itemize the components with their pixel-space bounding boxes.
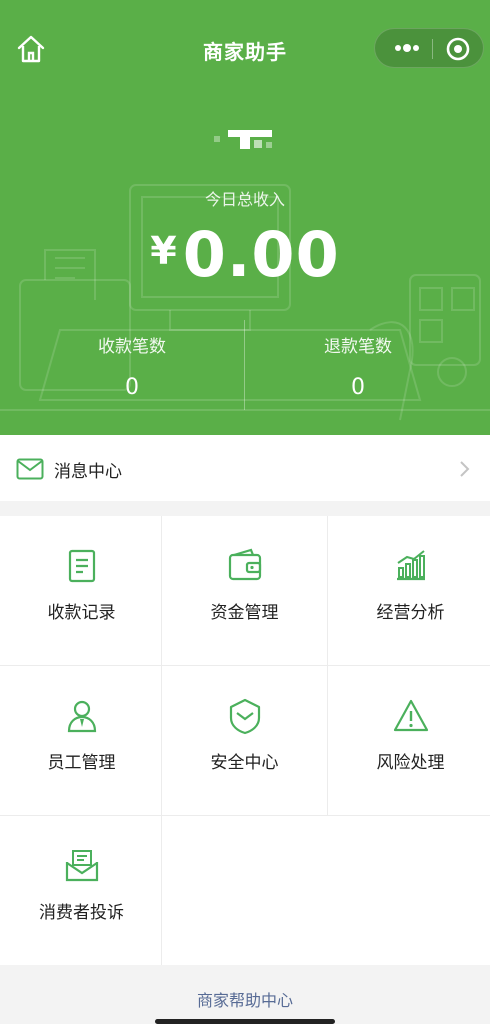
menu-item-payment-records[interactable]: 收款记录 (0, 516, 163, 666)
complaint-mail-icon (62, 846, 102, 886)
menu-item-fund-management[interactable]: 资金管理 (163, 516, 326, 666)
refunds-count-stat[interactable]: 退款笔数 0 (236, 332, 480, 400)
message-center-row[interactable]: 消息中心 (0, 435, 490, 501)
chevron-right-icon (458, 459, 472, 479)
menu-item-label: 风险处理 (376, 753, 445, 773)
envelope-icon (16, 458, 44, 480)
menu-item-label: 收款记录 (47, 603, 116, 623)
summary-header: 商家助手 今日总收入 ¥0.00 收款笔数 0 退款笔数 0 (0, 0, 490, 435)
mini-program-capsule (374, 28, 484, 68)
target-close-icon[interactable] (445, 36, 471, 62)
amount-value: 0.00 (182, 218, 340, 291)
warning-icon (391, 696, 431, 736)
capsule-divider (432, 39, 433, 59)
merchant-help-center-link[interactable]: 商家帮助中心 (0, 987, 490, 1011)
staff-icon (62, 696, 102, 736)
today-income-label: 今日总收入 (204, 190, 285, 209)
receipt-icon (62, 546, 102, 586)
menu-item-risk-handling[interactable]: 风险处理 (329, 666, 490, 816)
shield-icon (225, 696, 265, 736)
currency-symbol: ¥ (150, 229, 177, 273)
menu-item-label: 资金管理 (210, 603, 279, 623)
refunds-count-value: 0 (351, 375, 365, 400)
message-center-label: 消息中心 (54, 462, 122, 482)
bar-chart-icon (391, 546, 431, 586)
refunds-count-label: 退款笔数 (324, 337, 392, 357)
menu-item-label: 消费者投诉 (39, 903, 124, 923)
function-grid: 收款记录 资金管理 经营分析 员工管理 安全中心 风险处理 消费者投诉 (0, 516, 490, 965)
wallet-icon (225, 546, 265, 586)
menu-item-business-analysis[interactable]: 经营分析 (329, 516, 490, 666)
menu-item-label: 经营分析 (376, 603, 445, 623)
nav-bar: 商家助手 (0, 18, 490, 78)
menu-item-label: 安全中心 (210, 753, 279, 773)
merchant-logo (214, 130, 272, 149)
home-indicator (155, 1019, 335, 1024)
payments-count-stat[interactable]: 收款笔数 0 (10, 332, 254, 400)
payments-count-label: 收款笔数 (98, 337, 166, 357)
more-dots-icon[interactable] (385, 35, 429, 61)
payments-count-value: 0 (125, 375, 139, 400)
menu-item-label: 员工管理 (47, 753, 116, 773)
today-income-amount: ¥0.00 (0, 218, 490, 291)
menu-item-staff-management[interactable]: 员工管理 (0, 666, 163, 816)
menu-item-security-center[interactable]: 安全中心 (163, 666, 326, 816)
help-footer: 商家帮助中心 (0, 966, 490, 1024)
menu-item-consumer-complaints[interactable]: 消费者投诉 (0, 816, 163, 966)
